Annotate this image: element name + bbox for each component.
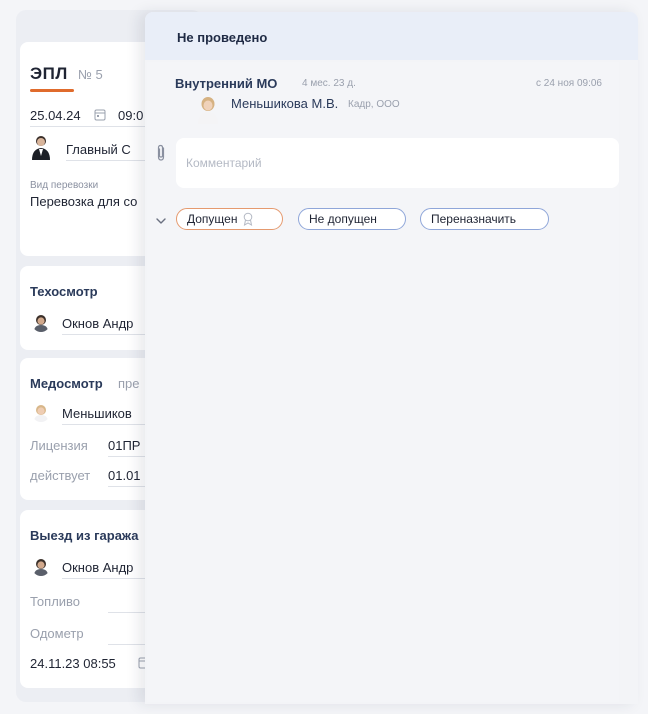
- section-date: с 24 ноя 09:06: [536, 78, 602, 89]
- transport-type-value[interactable]: Перевозка для со: [30, 194, 137, 209]
- medic-name: Меньшиков: [62, 406, 132, 421]
- valid-label: действует: [30, 468, 91, 483]
- person-org: Кадр, ООО: [348, 99, 400, 110]
- garage-exit-datetime[interactable]: 24.11.23 08:55: [30, 656, 116, 671]
- driver-avatar-icon: [32, 136, 50, 160]
- transport-type-label: Вид перевозки: [30, 180, 99, 191]
- admit-button-label: Допущен: [187, 212, 238, 226]
- medinspection-drawer: Не проведено Внутренний МО 4 мес. 23 д. …: [145, 12, 638, 704]
- valid-value: 01.01: [108, 468, 141, 483]
- award-icon: [244, 212, 253, 226]
- not-admit-button[interactable]: Не допущен: [298, 208, 406, 230]
- calendar-icon[interactable]: [94, 108, 106, 121]
- epl-title-underline: [30, 89, 74, 92]
- reassign-button[interactable]: Переназначить: [420, 208, 549, 230]
- license-label: Лицензия: [30, 438, 88, 453]
- epl-title: ЭПЛ: [30, 64, 68, 83]
- admit-button[interactable]: Допущен: [176, 208, 283, 230]
- not-admit-button-label: Не допущен: [309, 212, 377, 226]
- license-value: 01ПР: [108, 438, 141, 453]
- medinspection-suffix: пре: [118, 376, 140, 391]
- techinspection-title: Техосмотр: [30, 284, 98, 299]
- medinspection-title: Медосмотр: [30, 376, 103, 391]
- fuel-label: Топливо: [30, 594, 81, 609]
- chevron-down-icon[interactable]: [155, 215, 167, 227]
- mechanic-name: Окнов Андр: [62, 316, 134, 331]
- epl-date-field[interactable]: 25.04.24: [30, 108, 81, 123]
- epl-number: № 5: [78, 67, 103, 82]
- garage-exit-title: Выезд из гаража: [30, 528, 139, 543]
- comment-input[interactable]: [176, 138, 619, 188]
- section-age: 4 мес. 23 д.: [302, 78, 356, 89]
- epl-time-field[interactable]: 09:0: [118, 108, 143, 123]
- drawer-header: Не проведено: [145, 12, 638, 60]
- person-name: Меньшикова М.В.: [231, 96, 339, 111]
- garage-mechanic-avatar-icon: [34, 559, 48, 576]
- medic-avatar-icon: [198, 97, 218, 124]
- medic-avatar-icon: [34, 405, 48, 422]
- section-title: Внутренний МО: [175, 76, 278, 91]
- driver-name: Главный С: [66, 142, 131, 157]
- garage-mechanic-name: Окнов Андр: [62, 560, 134, 575]
- drawer-status-title: Не проведено: [177, 30, 268, 45]
- paperclip-icon[interactable]: [155, 144, 167, 162]
- reassign-button-label: Переназначить: [431, 212, 517, 226]
- mechanic-avatar-icon: [34, 315, 48, 332]
- odometer-label: Одометр: [30, 626, 84, 641]
